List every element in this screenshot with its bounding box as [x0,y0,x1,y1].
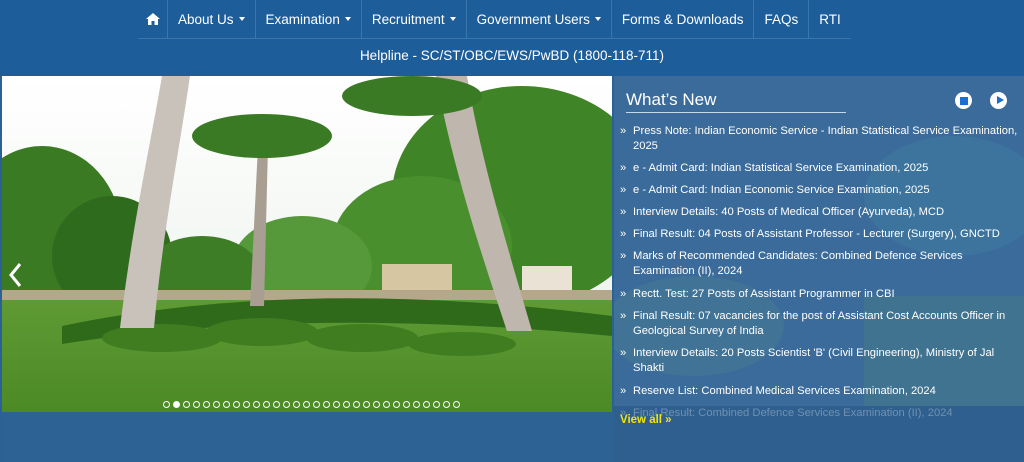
chevron-down-icon [594,17,601,21]
carousel-prev-icon[interactable] [8,262,22,288]
carousel-dot[interactable] [213,401,220,408]
list-item[interactable]: Final Result: Combined Defence Services … [620,406,1018,421]
carousel-dot[interactable] [203,401,210,408]
nav-label: Forms & Downloads [621,11,744,27]
whats-new-panel: What’s New Press Note: Indian Economic S… [614,76,1024,462]
carousel-dot[interactable] [263,401,270,408]
campus-photo [2,76,612,412]
nav-label: Recruitment [371,11,445,27]
nav-label: Examination [265,11,340,27]
list-item[interactable]: Reserve List: Combined Medical Services … [620,384,1018,406]
carousel-dot[interactable] [303,401,310,408]
carousel-dot[interactable] [223,401,230,408]
image-carousel[interactable] [2,76,612,412]
nav-item-forms-downloads[interactable]: Forms & Downloads [612,0,755,38]
carousel-dot[interactable] [373,401,380,408]
list-item[interactable]: Final Result: 04 Posts of Assistant Prof… [620,227,1018,249]
carousel-dot[interactable] [233,401,240,408]
carousel-dot[interactable] [253,401,260,408]
nav-item-government-users[interactable]: Government Users [467,0,612,38]
carousel-dot[interactable] [343,401,350,408]
news-list: Press Note: Indian Economic Service - In… [620,124,1018,421]
carousel-dot[interactable] [413,401,420,408]
helpline-text: Helpline - SC/ST/OBC/EWS/PwBD (1800-118-… [359,48,665,63]
carousel-dot[interactable] [323,401,330,408]
play-icon[interactable] [990,92,1007,109]
carousel-indicators [163,401,460,408]
nav-label: RTI [819,11,841,27]
bottom-band [2,412,614,462]
list-item[interactable]: e - Admit Card: Indian Statistical Servi… [620,161,1018,183]
carousel-dot[interactable] [273,401,280,408]
nav-label: FAQs [764,11,799,27]
carousel-dot[interactable] [443,401,450,408]
title-underline [626,112,846,113]
nav-label: Government Users [476,11,590,27]
carousel-dot[interactable] [433,401,440,408]
nav-item-recruitment[interactable]: Recruitment [362,0,467,38]
nav-item-examination[interactable]: Examination [256,0,362,38]
carousel-dot[interactable] [383,401,390,408]
carousel-dot[interactable] [393,401,400,408]
stop-icon[interactable] [955,92,972,109]
carousel-dot[interactable] [403,401,410,408]
list-item[interactable]: Rectt. Test: 27 Posts of Assistant Progr… [620,287,1018,309]
carousel-dot[interactable] [193,401,200,408]
list-item[interactable]: Press Note: Indian Economic Service - In… [620,124,1018,161]
carousel-dot[interactable] [423,401,430,408]
list-item[interactable]: e - Admit Card: Indian Economic Service … [620,183,1018,205]
top-navigation-bar: About Us Examination Recruitment Governm… [0,0,1024,76]
nav-item-faqs[interactable]: FAQs [754,0,810,38]
chevron-down-icon [238,17,245,21]
carousel-dot[interactable] [243,401,250,408]
list-item[interactable]: Final Result: 07 vacancies for the post … [620,309,1018,346]
carousel-dot[interactable] [333,401,340,408]
whats-new-title: What’s New [626,90,717,109]
carousel-dot[interactable] [453,401,460,408]
carousel-dot[interactable] [353,401,360,408]
nav-item-rti[interactable]: RTI [809,0,851,38]
carousel-dot[interactable] [283,401,290,408]
list-item[interactable]: Marks of Recommended Candidates: Combine… [620,249,1018,287]
carousel-dot[interactable] [163,401,170,408]
list-item[interactable]: Interview Details: 40 Posts of Medical O… [620,205,1018,227]
list-item[interactable]: Interview Details: 20 Posts Scientist 'B… [620,346,1018,384]
view-all-link[interactable]: View all » [620,414,672,426]
carousel-dot[interactable] [173,401,180,408]
chevron-down-icon [449,17,456,21]
chevron-down-icon [344,17,351,21]
nav-item-about-us[interactable]: About Us [168,0,256,38]
carousel-dot[interactable] [183,401,190,408]
carousel-dot[interactable] [313,401,320,408]
carousel-dot[interactable] [363,401,370,408]
home-icon[interactable] [138,0,168,38]
nav-label: About Us [178,11,234,27]
main-nav: About Us Examination Recruitment Governm… [138,0,851,39]
carousel-dot[interactable] [293,401,300,408]
